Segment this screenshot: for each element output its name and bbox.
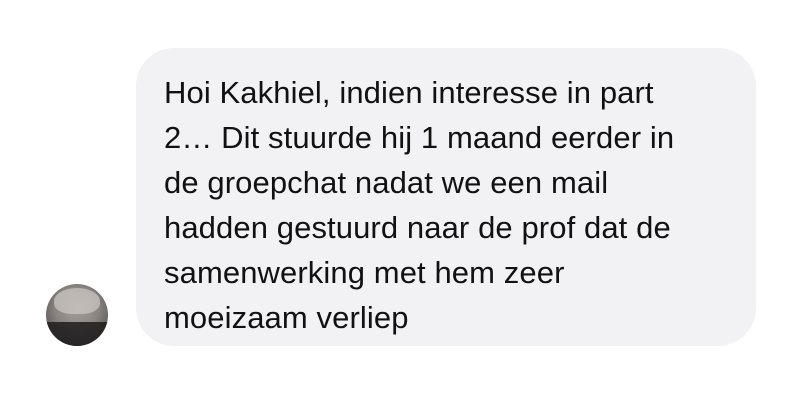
- chat-area: Hoi Kakhiel, indien interesse in part 2……: [0, 0, 800, 420]
- sender-avatar[interactable]: [46, 284, 108, 346]
- message-bubble[interactable]: Hoi Kakhiel, indien interesse in part 2……: [136, 48, 756, 346]
- avatar-blur-bottom: [46, 322, 108, 346]
- message-text: Hoi Kakhiel, indien interesse in part 2……: [164, 75, 675, 335]
- message-row: Hoi Kakhiel, indien interesse in part 2……: [46, 48, 766, 348]
- avatar-blur-top: [54, 288, 100, 314]
